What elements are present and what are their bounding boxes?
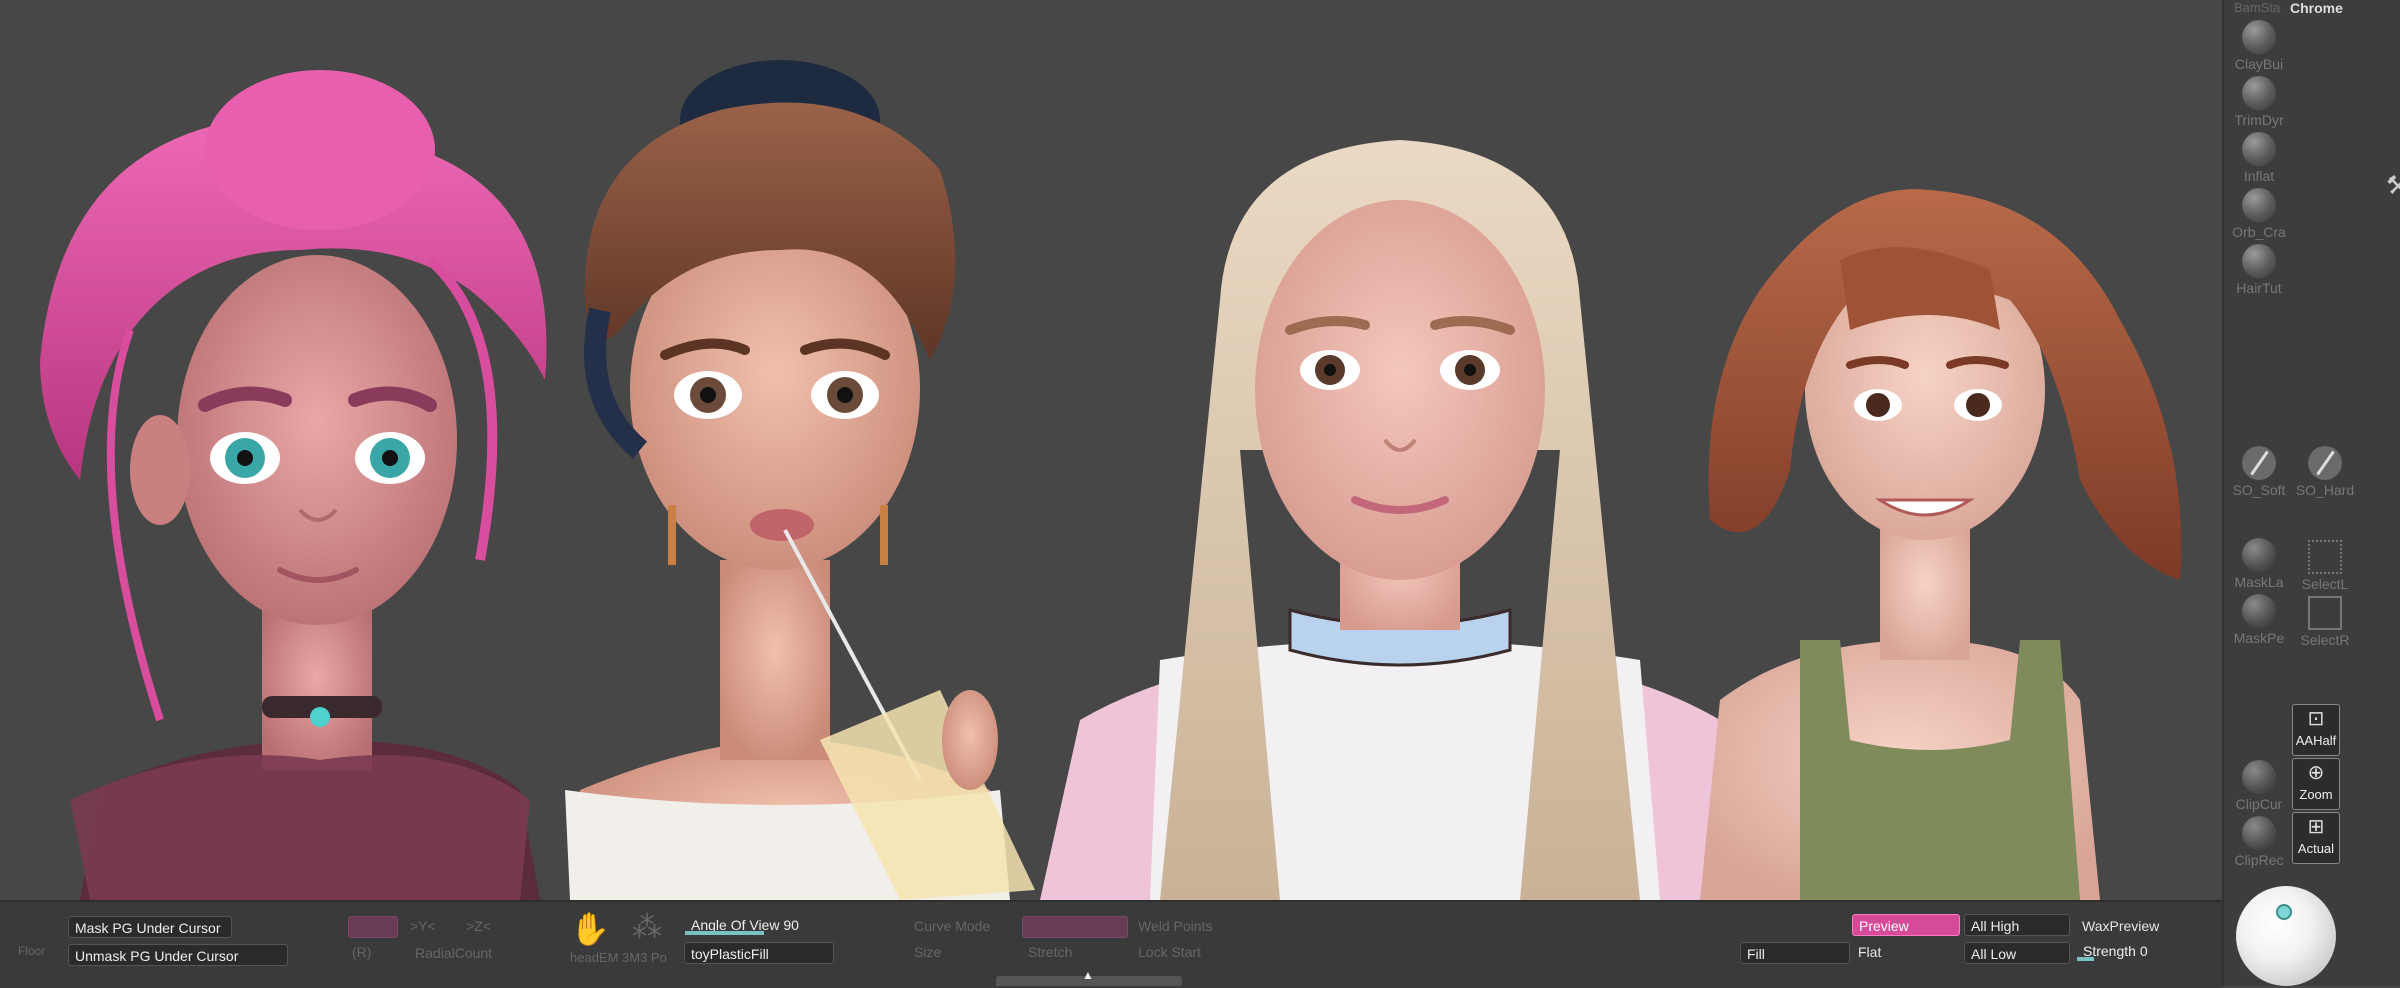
brush-mask-pen[interactable]: MaskPe	[2224, 594, 2294, 646]
radial-count-label: RadialCount	[415, 945, 493, 961]
nav-button-label: Actual	[2297, 841, 2335, 856]
select-lasso-icon	[2308, 540, 2342, 574]
radial-count-slider[interactable]: RadialCount	[408, 942, 504, 964]
brush-name-label: headEM 3M3 Po	[570, 950, 667, 965]
brush-label: SelectR	[2300, 632, 2350, 648]
angle-of-view-value: 90	[783, 917, 799, 933]
mask-pen-icon	[2242, 594, 2276, 628]
nav-button-label: AAHalf	[2295, 733, 2337, 748]
inflate-brush-icon	[2242, 132, 2276, 166]
brush-label: Inflat	[2243, 168, 2275, 184]
hair-tubes-brush-icon	[2242, 244, 2276, 278]
brush-label: ClayBui	[2234, 56, 2284, 72]
brush-thumbnail-icon[interactable]: ✋	[570, 910, 610, 948]
brush-label: Orb_Cra	[2232, 224, 2286, 240]
character-blonde	[1040, 140, 1760, 900]
all-high-button[interactable]: All High	[1964, 914, 2070, 936]
brush-select-lasso[interactable]: SelectL	[2290, 538, 2360, 592]
brush-label: SO_Hard	[2295, 482, 2355, 498]
brush-trim-dynamic[interactable]: TrimDyr	[2224, 76, 2294, 128]
strength-value: 0	[2139, 943, 2148, 959]
hammer-icon[interactable]: ⚒	[2386, 170, 2400, 201]
character-brown-updo	[565, 60, 1035, 900]
brush-so-soft[interactable]: SO_Soft	[2224, 446, 2294, 498]
shelf-partial-label: BamSta	[2234, 0, 2281, 15]
floor-label[interactable]: Floor	[18, 944, 45, 958]
light-position-marker[interactable]	[2276, 904, 2292, 920]
character-red-bob	[1700, 189, 2182, 900]
character-pink-hair	[40, 70, 547, 900]
brush-so-hard[interactable]: SO_Hard	[2290, 446, 2360, 498]
clay-buildup-brush-icon	[2242, 20, 2276, 54]
aahalf-icon: ⊡	[2307, 708, 2325, 730]
lock-start-button[interactable]: Lock Start	[1138, 944, 1201, 960]
clip-curve-icon	[2242, 760, 2276, 794]
chevron-up-icon: ▲	[1082, 968, 1094, 982]
material-button[interactable]: toyPlasticFill	[684, 942, 834, 964]
brush-label: SO_Soft	[2232, 482, 2286, 498]
character-render	[40, 60, 2182, 900]
weld-points-button[interactable]: Weld Points	[1138, 918, 1212, 934]
zoom-button[interactable]: ⊕ Zoom	[2292, 758, 2340, 810]
stroke-thumbnail-icon[interactable]: ⁂	[632, 910, 662, 945]
size-button[interactable]: Size	[914, 944, 941, 960]
mask-pg-under-cursor-button[interactable]: Mask PG Under Cursor	[68, 916, 232, 938]
strength-slider[interactable]: Strength 0	[2076, 940, 2216, 962]
brush-clay-buildup[interactable]: ClayBui	[2224, 20, 2294, 72]
preview-button[interactable]: Preview	[1852, 914, 1960, 936]
curve-mode-button[interactable]: Curve Mode	[914, 918, 990, 934]
wax-preview-button[interactable]: WaxPreview	[2082, 918, 2159, 934]
all-low-button[interactable]: All Low	[1964, 942, 2070, 964]
hard-brush-icon	[2308, 446, 2342, 480]
orb-cracks-brush-icon	[2242, 188, 2276, 222]
brush-label: SelectL	[2301, 576, 2349, 592]
zoom-icon: ⊕	[2307, 762, 2325, 784]
brush-clip-curve[interactable]: ClipCur	[2224, 760, 2294, 812]
symmetry-x-button[interactable]	[348, 916, 398, 938]
brush-label: HairTut	[2236, 280, 2282, 296]
brush-mask-lasso[interactable]: MaskLa	[2224, 538, 2294, 590]
soft-brush-icon	[2242, 446, 2276, 480]
angle-of-view-track	[685, 931, 764, 935]
trim-dynamic-brush-icon	[2242, 76, 2276, 110]
symmetry-z-button[interactable]: >Z<	[466, 918, 491, 934]
flat-button[interactable]: Flat	[1858, 944, 1881, 960]
brush-hair-tubes[interactable]: HairTut	[2224, 244, 2294, 296]
aahalf-button[interactable]: ⊡ AAHalf	[2292, 704, 2340, 756]
actual-button[interactable]: ⊞ Actual	[2292, 812, 2340, 864]
symmetry-y-button[interactable]: >Y<	[410, 918, 436, 934]
radial-r-button[interactable]: (R)	[352, 944, 371, 960]
brush-select-rect[interactable]: SelectR	[2290, 594, 2360, 648]
brush-inflate[interactable]: Inflat	[2224, 132, 2294, 184]
angle-of-view-slider[interactable]: Angle Of View 90	[684, 914, 844, 936]
stretch-button[interactable]: Stretch	[1028, 944, 1072, 960]
material-preview-sphere-icon[interactable]	[2236, 886, 2336, 986]
bottom-shelf-toggle[interactable]: ▲	[996, 968, 1182, 986]
select-rect-icon	[2308, 596, 2342, 630]
brush-label: TrimDyr	[2234, 112, 2284, 128]
mask-lasso-icon	[2242, 538, 2276, 572]
curve-toggle-button[interactable]	[1022, 916, 1128, 938]
fill-button[interactable]: Fill	[1740, 942, 1850, 964]
nav-button-label: Zoom	[2299, 787, 2333, 802]
brush-label: MaskPe	[2233, 630, 2285, 646]
brush-label: ClipRec	[2234, 852, 2284, 868]
shelf-header-label: Chrome	[2290, 0, 2343, 16]
actual-size-icon: ⊞	[2307, 816, 2325, 838]
brush-label: ClipCur	[2235, 796, 2283, 812]
clip-rect-icon	[2242, 816, 2276, 850]
strength-track	[2077, 957, 2094, 961]
unmask-pg-under-cursor-button[interactable]: Unmask PG Under Cursor	[68, 944, 288, 966]
brush-orb-cracks[interactable]: Orb_Cra	[2224, 188, 2294, 240]
brush-clip-rect[interactable]: ClipRec	[2224, 816, 2294, 868]
brush-label: MaskLa	[2234, 574, 2284, 590]
viewport-canvas[interactable]	[0, 0, 2222, 900]
